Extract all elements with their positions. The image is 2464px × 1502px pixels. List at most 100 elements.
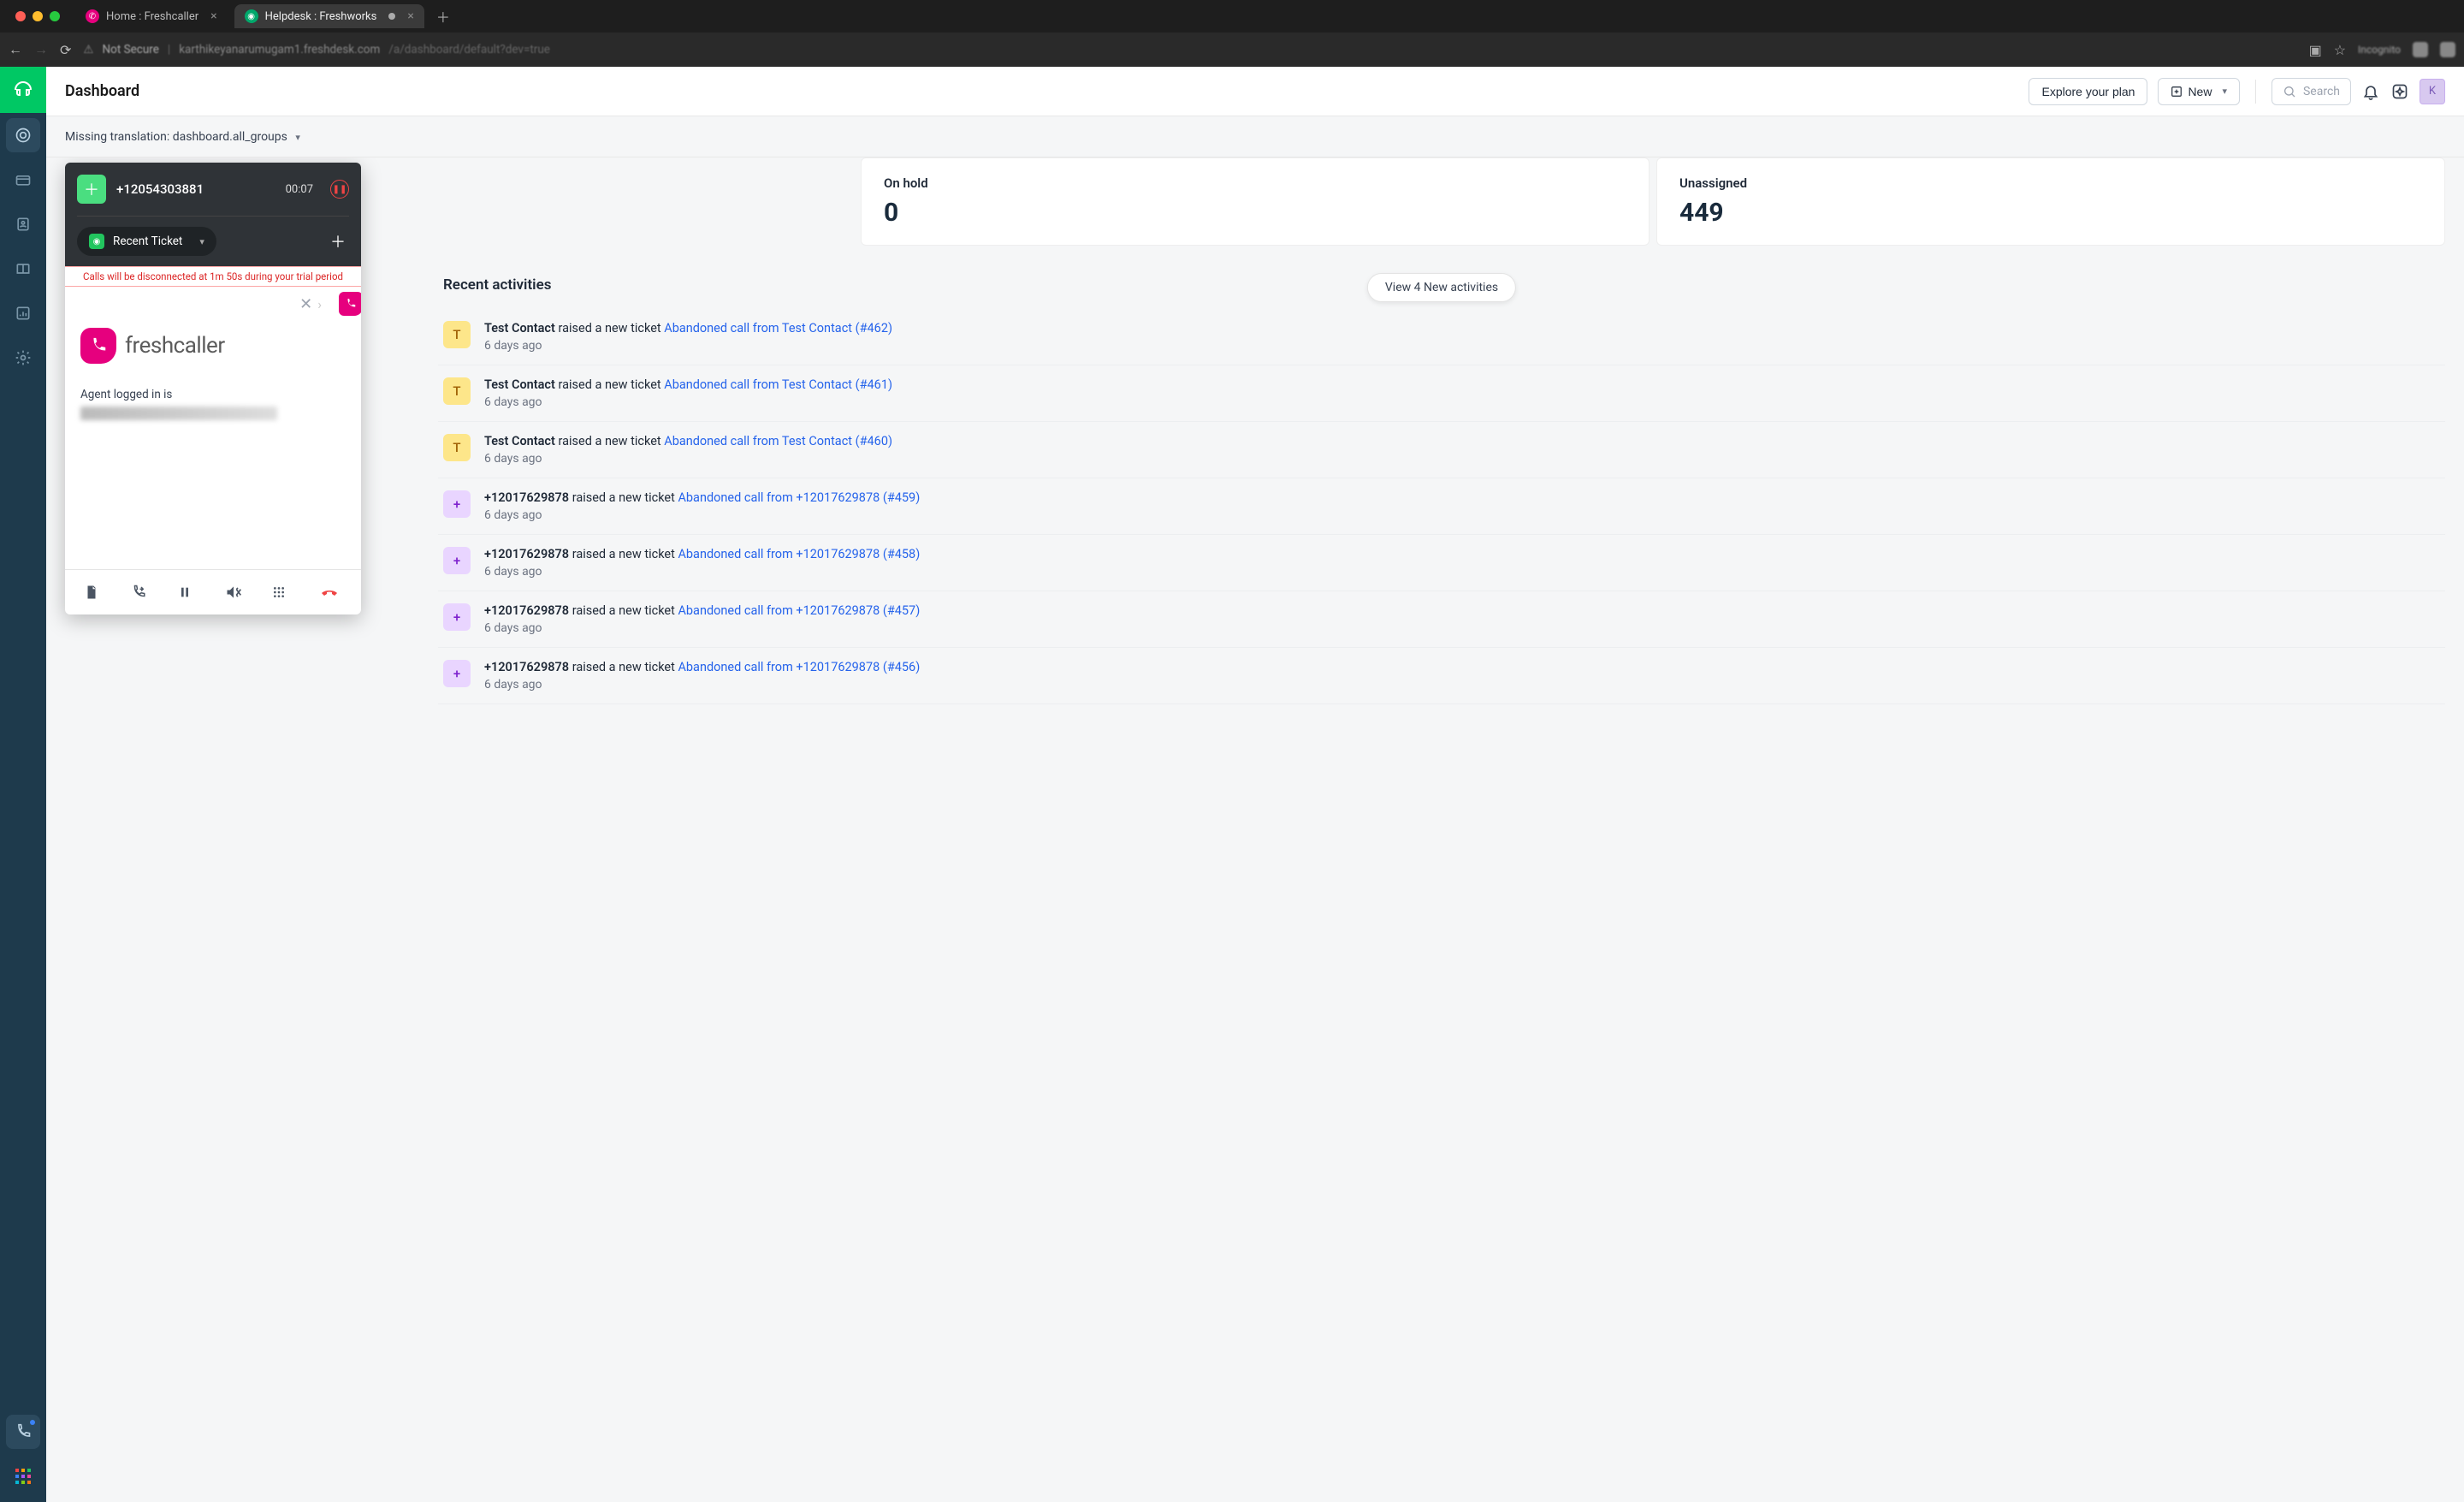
browser-tab-bar: ✆ Home : Freshcaller × ◉ Helpdesk : Fres…	[0, 0, 2464, 33]
plus-square-icon	[2171, 86, 2183, 98]
activity-row[interactable]: + +12017629878 raised a new ticket Aband…	[438, 648, 2445, 704]
activity-time: 6 days ago	[484, 452, 2440, 466]
agent-email-redacted	[80, 407, 277, 420]
view-new-activities-button[interactable]: View 4 New activities	[1367, 273, 1516, 302]
sidebar-item-apps[interactable]	[6, 1459, 40, 1493]
filter-dropdown[interactable]: Missing translation: dashboard.all_group…	[65, 130, 300, 144]
sidebar-item-analytics[interactable]	[6, 296, 40, 330]
activity-avatar: +	[443, 547, 471, 574]
content-area: On hold 0 Unassigned 449 Recent activiti…	[46, 157, 2464, 1502]
sidebar-item-phone[interactable]	[6, 1415, 40, 1449]
topbar: Dashboard Explore your plan New ▾ Search…	[46, 67, 2464, 116]
phone-icon: ✆	[86, 9, 99, 23]
new-tab-button[interactable]: ＋	[436, 6, 450, 27]
ticket-link[interactable]: Abandoned call from +12017629878 (#458)	[678, 547, 920, 561]
filter-bar: Missing translation: dashboard.all_group…	[46, 116, 2464, 157]
stat-card-onhold[interactable]: On hold 0	[861, 157, 1650, 246]
url-host: karthikeyanarumugam1.freshdesk.com	[179, 43, 380, 56]
call-widget-header: ＋ +12054303881 00:07 ❚❚ ◉ Recent Ticket …	[65, 163, 361, 266]
activity-text: Test Contact raised a new ticket Abandon…	[484, 377, 2440, 392]
browser-nav-bar: ← → ⟳ ⚠ Not Secure | karthikeyanarumugam…	[0, 33, 2464, 67]
ticket-link[interactable]: Abandoned call from +12017629878 (#459)	[678, 490, 920, 505]
activity-text: Test Contact raised a new ticket Abandon…	[484, 321, 2440, 335]
call-number: +12054303881	[116, 181, 275, 197]
add-ticket-button[interactable]: ＋	[330, 230, 349, 252]
mute-button[interactable]	[225, 584, 249, 601]
window-zoom-icon[interactable]	[50, 11, 60, 21]
window-controls[interactable]	[7, 11, 68, 21]
stat-card-unassigned[interactable]: Unassigned 449	[1656, 157, 2445, 246]
activity-row[interactable]: T Test Contact raised a new ticket Aband…	[438, 422, 2445, 478]
sidebar-item-solutions[interactable]	[6, 252, 40, 286]
activity-row[interactable]: T Test Contact raised a new ticket Aband…	[438, 365, 2445, 422]
ticket-link[interactable]: Abandoned call from +12017629878 (#456)	[678, 660, 920, 674]
new-button[interactable]: New ▾	[2158, 78, 2240, 105]
chevron-down-icon: ▾	[199, 236, 204, 247]
close-icon[interactable]: ×	[210, 9, 216, 23]
close-icon[interactable]: ✕	[299, 295, 312, 313]
url-bar[interactable]: ⚠ Not Secure | karthikeyanarumugam1.fres…	[83, 43, 2296, 56]
back-icon[interactable]: ←	[9, 41, 22, 58]
user-avatar[interactable]: K	[2420, 79, 2445, 104]
sidebar-item-settings[interactable]	[6, 341, 40, 375]
activity-avatar: T	[443, 377, 471, 405]
activity-avatar: T	[443, 321, 471, 348]
activity-text: +12017629878 raised a new ticket Abandon…	[484, 660, 2440, 674]
reload-icon[interactable]: ⟳	[60, 42, 71, 58]
activity-text: +12017629878 raised a new ticket Abandon…	[484, 603, 2440, 618]
loading-icon	[388, 13, 395, 20]
search-input[interactable]: Search	[2272, 78, 2351, 105]
page-title: Dashboard	[65, 82, 139, 100]
recent-activities: Recent activities View 4 New activities …	[438, 276, 2445, 704]
close-icon[interactable]: ×	[407, 9, 413, 23]
hold-button[interactable]	[178, 585, 202, 599]
headset-icon: ◉	[245, 9, 258, 23]
browser-tab-helpdesk[interactable]: ◉ Helpdesk : Freshworks ×	[234, 4, 424, 28]
extension-icon[interactable]	[2413, 42, 2428, 57]
window-close-icon[interactable]	[15, 11, 26, 21]
stat-value: 0	[884, 198, 1626, 228]
url-security: Not Secure	[103, 43, 159, 56]
activity-row[interactable]: + +12017629878 raised a new ticket Aband…	[438, 535, 2445, 591]
call-widget-footer	[65, 569, 361, 614]
activity-row[interactable]: T Test Contact raised a new ticket Aband…	[438, 309, 2445, 365]
activity-row[interactable]: + +12017629878 raised a new ticket Aband…	[438, 478, 2445, 535]
sidebar-item-contacts[interactable]	[6, 207, 40, 241]
pause-recording-button[interactable]: ❚❚	[330, 180, 349, 199]
bookmark-icon[interactable]: ☆	[2334, 42, 2346, 58]
app-logo[interactable]	[0, 67, 46, 113]
ticket-link[interactable]: Abandoned call from Test Contact (#462)	[664, 321, 892, 335]
profile-icon[interactable]	[2440, 42, 2455, 57]
activity-avatar: +	[443, 660, 471, 687]
ticket-link[interactable]: Abandoned call from Test Contact (#460)	[664, 434, 892, 448]
video-icon[interactable]: ▣	[2309, 42, 2322, 58]
ai-button[interactable]	[2390, 82, 2409, 101]
dialpad-button[interactable]	[272, 585, 296, 599]
note-button[interactable]	[84, 585, 108, 600]
call-timer: 00:07	[286, 183, 313, 196]
window-minimize-icon[interactable]	[33, 11, 43, 21]
hangup-button[interactable]	[319, 582, 343, 603]
chevron-down-icon: ▾	[2222, 86, 2227, 97]
activity-avatar: +	[443, 490, 471, 518]
phone-tab-icon[interactable]	[339, 292, 361, 316]
notifications-button[interactable]	[2361, 82, 2380, 101]
ticket-link[interactable]: Abandoned call from Test Contact (#461)	[664, 377, 892, 392]
active-call-button[interactable]: ＋	[77, 175, 106, 204]
mute-icon	[225, 584, 242, 601]
explore-plan-button[interactable]: Explore your plan	[2029, 78, 2147, 105]
recent-ticket-dropdown[interactable]: ◉ Recent Ticket ▾	[77, 227, 216, 256]
sidebar-item-tickets[interactable]	[6, 163, 40, 197]
agent-label: Agent logged in is	[80, 388, 346, 401]
dialpad-icon	[272, 585, 286, 599]
activity-row[interactable]: + +12017629878 raised a new ticket Aband…	[438, 591, 2445, 648]
browser-right-controls: ▣ ☆ Incognito	[2309, 42, 2455, 58]
sidebar-item-dashboard[interactable]	[6, 118, 40, 152]
document-icon	[84, 585, 99, 600]
transfer-icon	[131, 585, 146, 600]
transfer-button[interactable]	[131, 585, 155, 600]
ticket-link[interactable]: Abandoned call from +12017629878 (#457)	[678, 603, 920, 618]
activity-time: 6 days ago	[484, 678, 2440, 692]
browser-chrome: ✆ Home : Freshcaller × ◉ Helpdesk : Fres…	[0, 0, 2464, 67]
browser-tab-freshcaller[interactable]: ✆ Home : Freshcaller ×	[75, 4, 228, 28]
